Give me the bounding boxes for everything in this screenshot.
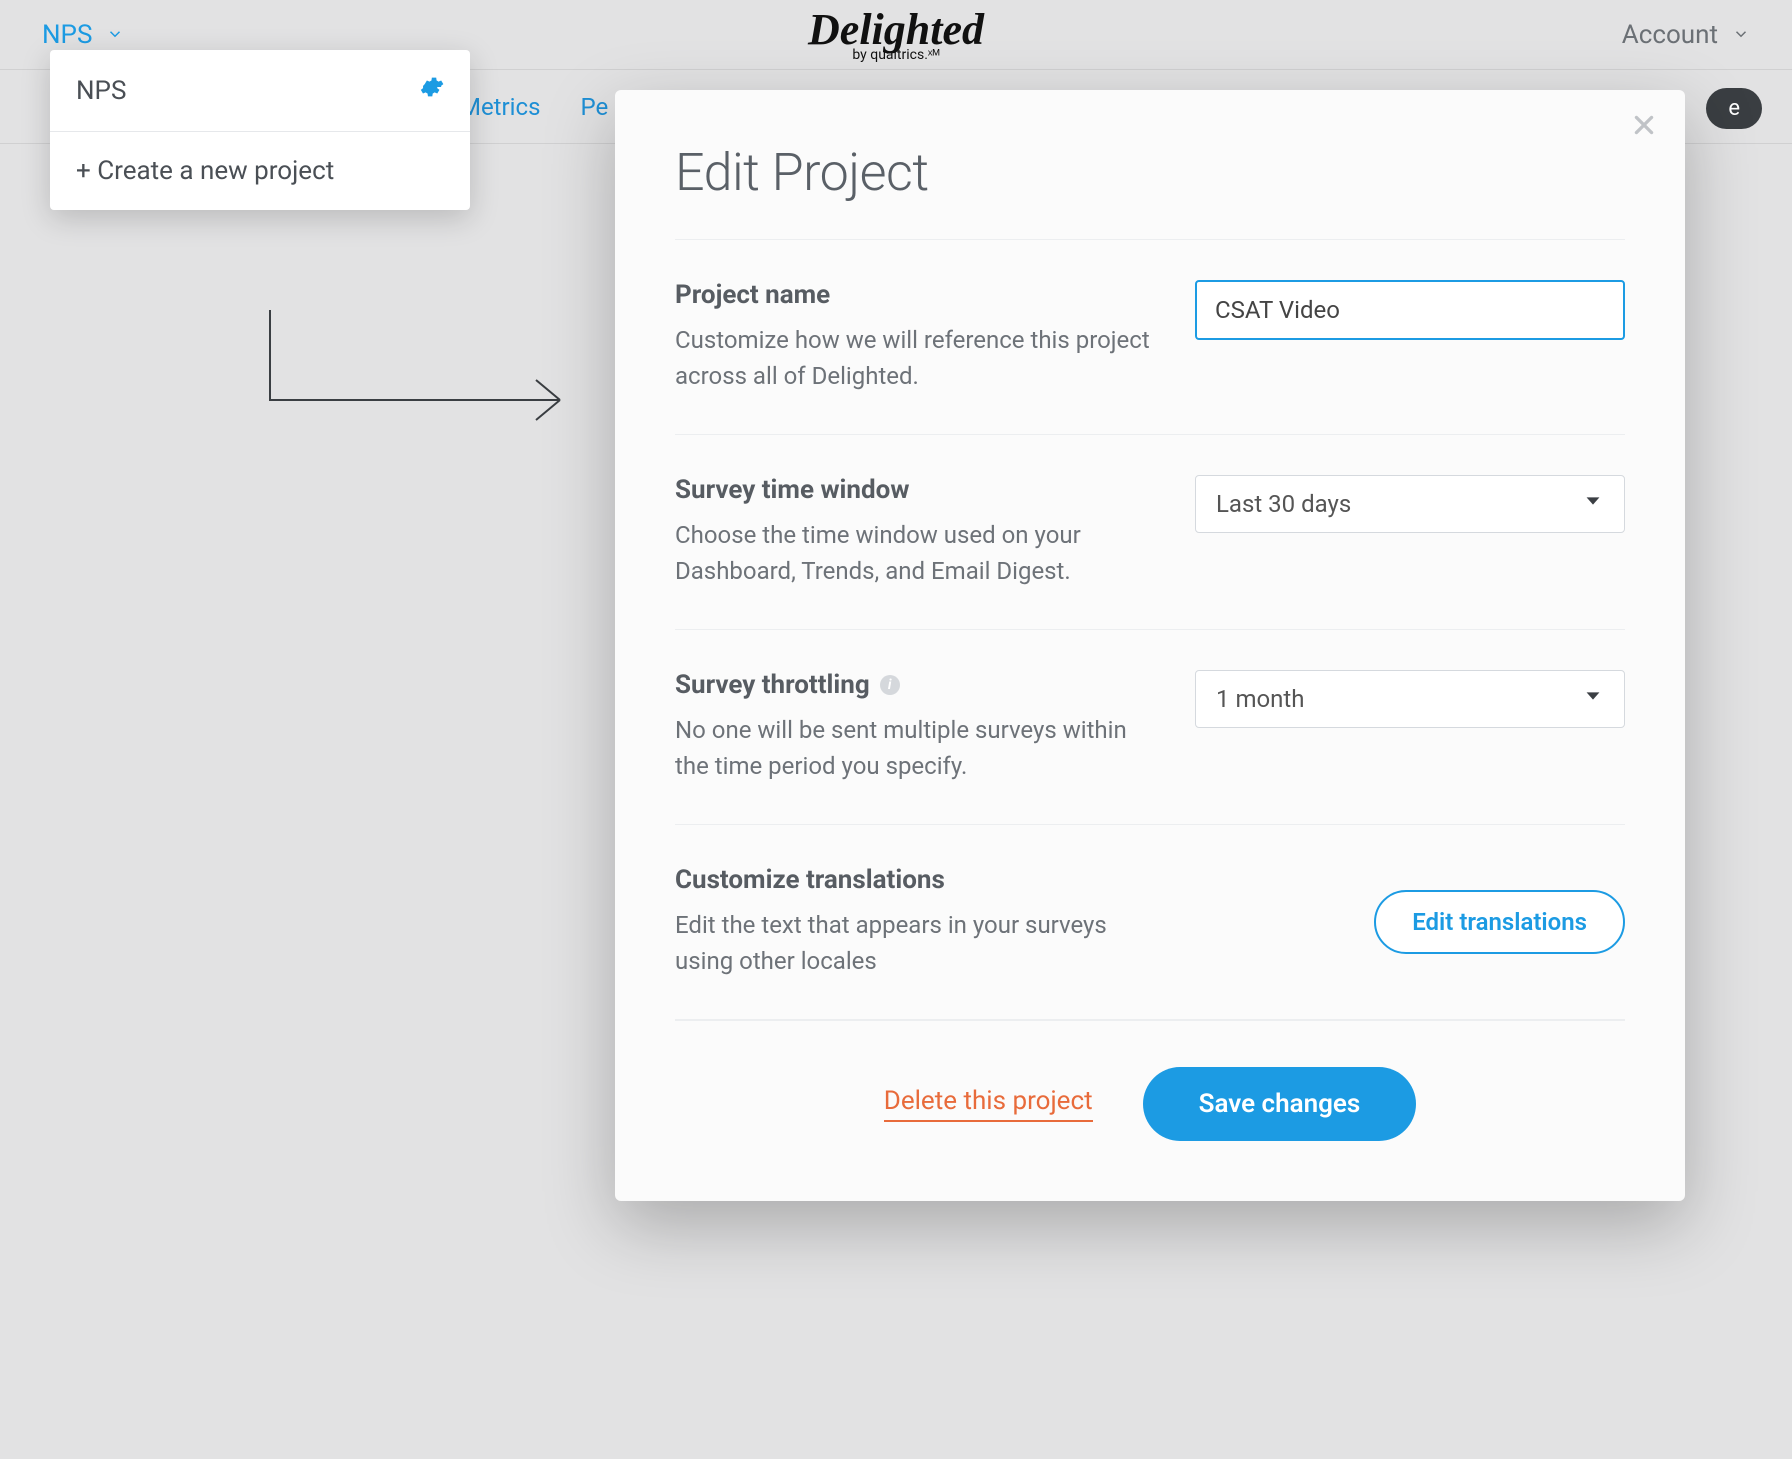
project-name-desc: Customize how we will reference this pro…: [675, 322, 1155, 394]
info-icon[interactable]: i: [880, 675, 900, 695]
time-window-value: Last 30 days: [1216, 490, 1351, 518]
logo: Delighted by qualtrics.ˣᴹ: [808, 8, 984, 62]
time-window-select[interactable]: Last 30 days: [1195, 475, 1625, 533]
project-selector-label: NPS: [42, 20, 92, 50]
edit-translations-button[interactable]: Edit translations: [1374, 890, 1625, 954]
dropdown-create-project[interactable]: + Create a new project: [50, 132, 470, 210]
modal-title: Edit Project: [675, 142, 1625, 203]
nav-item-metrics[interactable]: Metrics: [460, 93, 540, 121]
section-throttling: Survey throttling i No one will be sent …: [675, 630, 1625, 825]
section-project-name: Project name Customize how we will refer…: [675, 240, 1625, 435]
nav-item-people[interactable]: Pe: [580, 93, 608, 121]
annotation-arrow: [260, 310, 580, 450]
account-label: Account: [1622, 20, 1718, 50]
chevron-down-icon: [1732, 20, 1750, 50]
project-dropdown: NPS + Create a new project: [50, 50, 470, 210]
section-time-window: Survey time window Choose the time windo…: [675, 435, 1625, 630]
chevron-down-icon: [106, 20, 124, 50]
throttling-label: Survey throttling i: [675, 670, 1155, 700]
time-window-label: Survey time window: [675, 475, 1155, 505]
translations-desc: Edit the text that appears in your surve…: [675, 907, 1155, 979]
project-name-label: Project name: [675, 280, 1155, 310]
chevron-down-icon: [1582, 490, 1604, 518]
nav-pill[interactable]: e: [1706, 88, 1762, 129]
project-name-input[interactable]: [1195, 280, 1625, 340]
section-translations: Customize translations Edit the text tha…: [675, 825, 1625, 1020]
dropdown-project-label: NPS: [76, 76, 126, 106]
logo-main: Delighted: [808, 8, 984, 52]
dropdown-create-label: + Create a new project: [76, 156, 334, 186]
account-menu[interactable]: Account: [1622, 20, 1750, 50]
throttling-select[interactable]: 1 month: [1195, 670, 1625, 728]
gear-icon[interactable]: [418, 74, 444, 107]
throttling-value: 1 month: [1216, 685, 1305, 713]
throttling-desc: No one will be sent multiple surveys wit…: [675, 712, 1155, 784]
chevron-down-icon: [1582, 685, 1604, 713]
modal-footer: Delete this project Save changes: [675, 1021, 1625, 1141]
save-button[interactable]: Save changes: [1143, 1067, 1417, 1141]
time-window-desc: Choose the time window used on your Dash…: [675, 517, 1155, 589]
dropdown-current-project[interactable]: NPS: [50, 50, 470, 132]
edit-project-modal: Edit Project Project name Customize how …: [615, 90, 1685, 1201]
close-button[interactable]: [1631, 112, 1657, 142]
project-selector[interactable]: NPS: [42, 20, 124, 50]
delete-project-link[interactable]: Delete this project: [884, 1086, 1093, 1122]
translations-label: Customize translations: [675, 865, 1155, 895]
